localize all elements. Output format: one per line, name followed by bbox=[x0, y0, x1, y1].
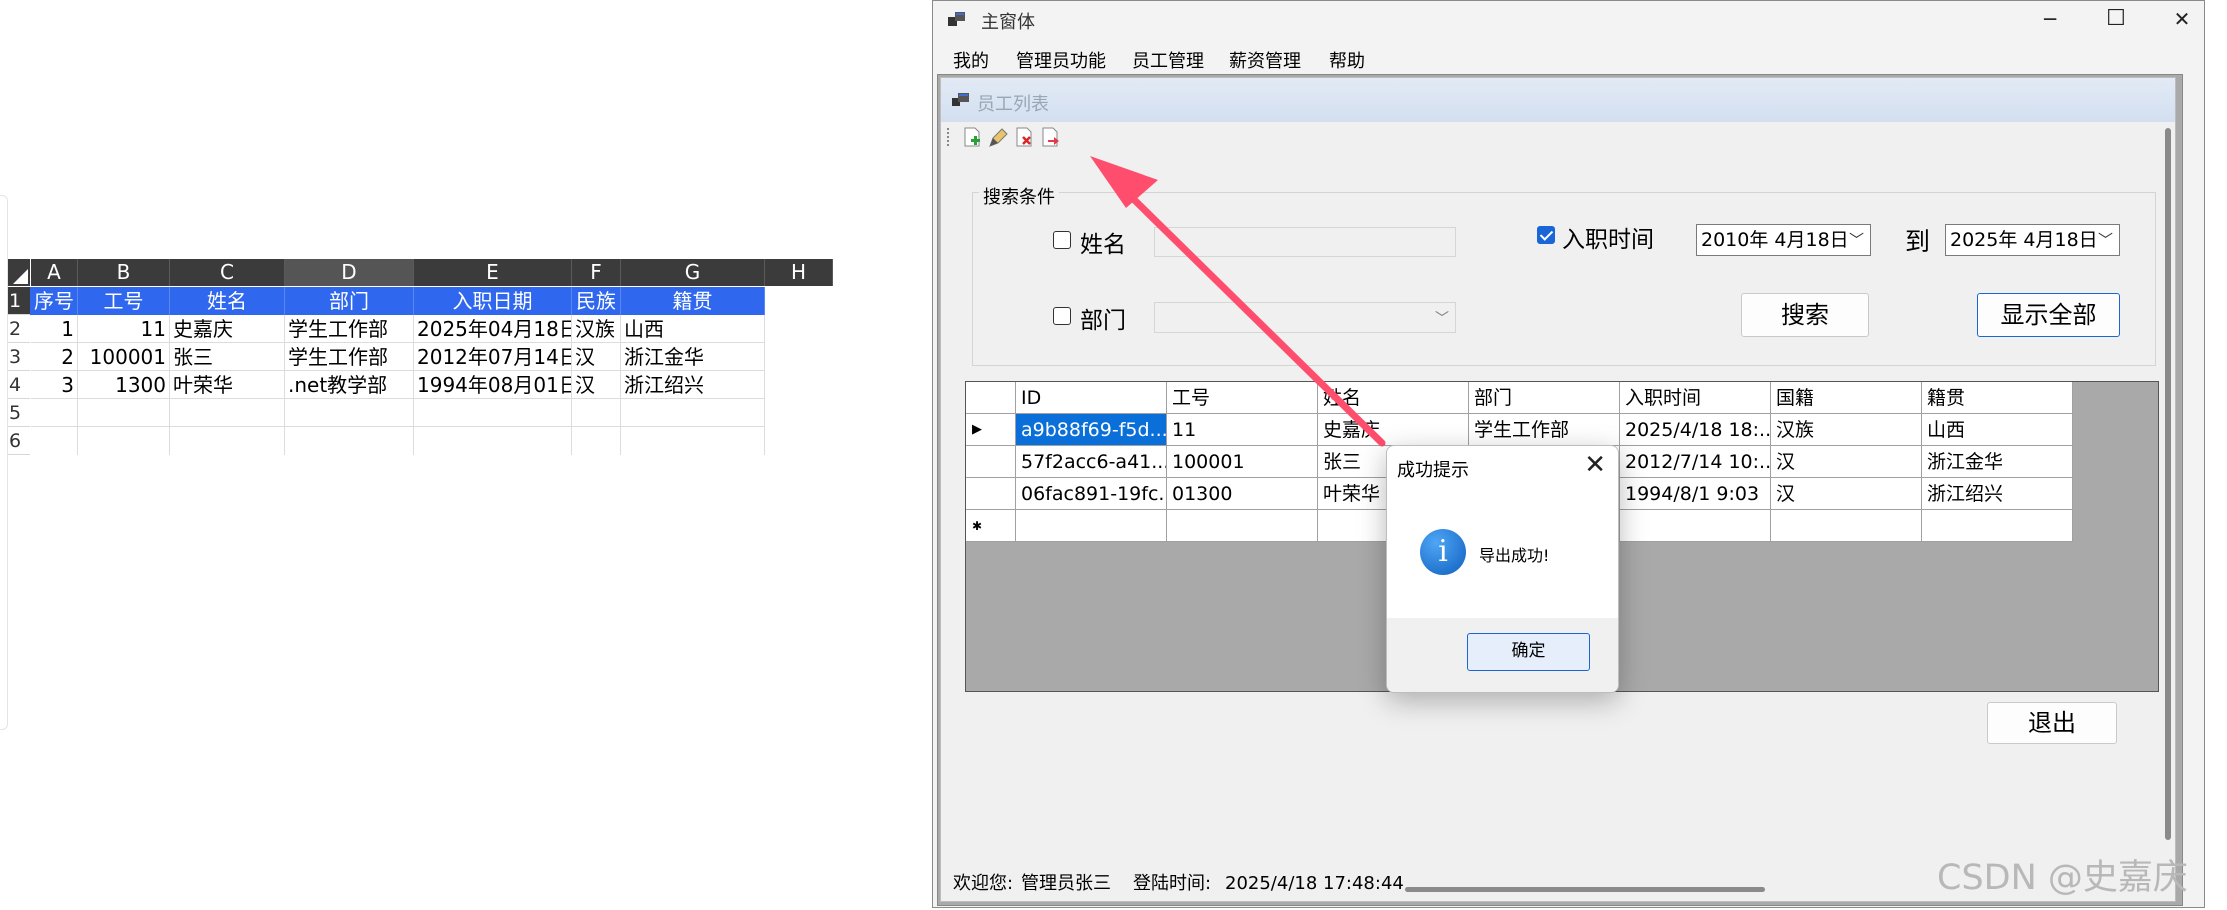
annotation-arrow-icon bbox=[1090, 156, 1386, 447]
screenshot-root: A B C D E F G H 1 2 3 4 5 6 序号 工号 姓名 部门 … bbox=[0, 0, 2227, 910]
dialog-title: 成功提示 bbox=[1397, 460, 1469, 481]
watermark: CSDN @史嘉庆 bbox=[1937, 858, 2188, 898]
close-icon[interactable]: ✕ bbox=[1584, 450, 1606, 480]
success-dialog: 成功提示 ✕ i 导出成功! 确定 bbox=[1386, 445, 1619, 693]
info-icon: i bbox=[1420, 529, 1466, 575]
ok-button[interactable]: 确定 bbox=[1467, 633, 1590, 671]
dialog-message: 导出成功! bbox=[1479, 546, 1550, 565]
